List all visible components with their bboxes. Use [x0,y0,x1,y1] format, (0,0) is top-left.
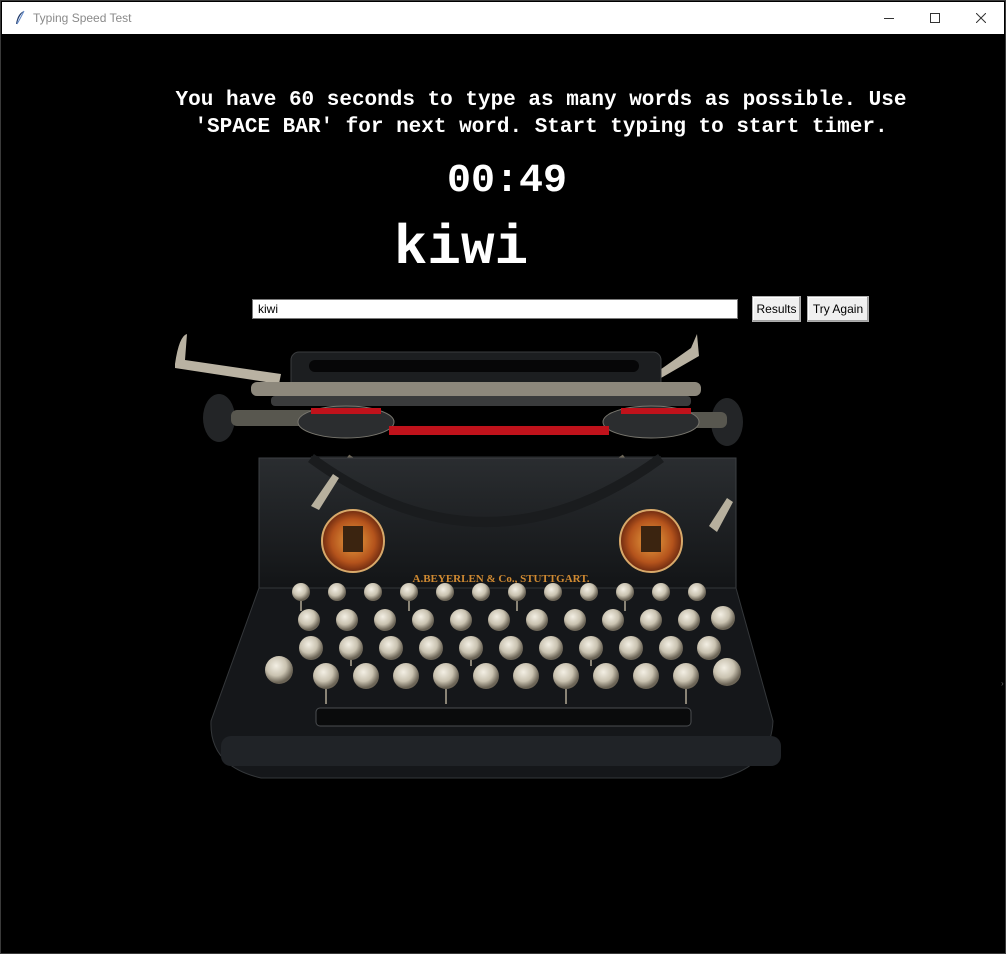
instructions-label: You have 60 seconds to type as many word… [175,89,907,139]
close-button[interactable] [958,2,1004,34]
timer-display: 00:49 [446,159,568,204]
app-window: Typing Speed Test You have 60 seconds to… [0,0,1006,954]
minimize-icon [884,18,894,19]
window-resize-grip[interactable]: › [1001,679,1005,688]
brand-plate-text: A.BEYERLEN & Co., STUTTGART. [413,573,590,585]
results-button[interactable]: Results [752,296,801,322]
try-again-button[interactable]: Try Again [807,296,869,322]
minimize-button[interactable] [866,2,912,34]
maximize-button[interactable] [912,2,958,34]
window-title: Typing Speed Test [33,11,132,25]
typewriter-image: A.BEYERLEN & Co., STUTTGART. [175,334,781,779]
feather-icon [16,10,25,25]
current-word: kiwi [393,216,529,280]
maximize-icon [930,13,940,23]
typing-input[interactable]: kiwi [252,299,738,319]
close-icon [976,13,986,23]
title-bar: Typing Speed Test [2,2,1004,34]
